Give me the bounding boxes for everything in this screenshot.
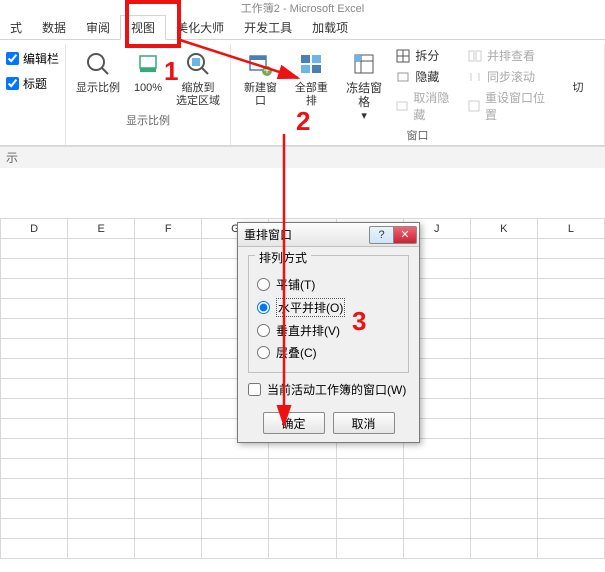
tab-dev[interactable]: 开发工具: [234, 16, 302, 39]
sync-scroll-button[interactable]: 同步滚动: [465, 67, 550, 86]
zoom-label: 显示比例: [76, 82, 120, 95]
formula-bar-label: 编辑栏: [23, 50, 59, 67]
checkbox-formula-bar[interactable]: 编辑栏: [6, 50, 59, 67]
col-header[interactable]: F: [135, 219, 202, 239]
zoom-100-icon: [132, 48, 164, 80]
new-window-icon: +: [244, 48, 276, 80]
arrange-all-button[interactable]: 全部重排: [288, 46, 335, 110]
radio-vertical-label: 垂直并排(V): [276, 322, 340, 339]
switch-windows-icon: [562, 48, 594, 80]
status-bar: 示: [0, 146, 605, 168]
arrange-all-icon: [295, 48, 327, 80]
hide-button[interactable]: 隐藏: [393, 67, 457, 86]
active-workbook-label: 当前活动工作簿的窗口(W): [267, 381, 406, 398]
side-by-side-button[interactable]: 并排查看: [465, 46, 550, 65]
dialog-title-text: 重排窗口: [244, 226, 292, 243]
tab-formula[interactable]: 式: [0, 16, 32, 39]
freeze-panes-icon: [348, 48, 380, 80]
col-header[interactable]: K: [470, 219, 537, 239]
hide-label: 隐藏: [415, 68, 439, 85]
zoom-100-label: 100%: [134, 82, 162, 95]
window-group-label: 窗口: [407, 127, 429, 143]
new-window-button[interactable]: + 新建窗口: [237, 46, 284, 110]
col-header[interactable]: E: [68, 219, 135, 239]
table-row: [1, 499, 605, 519]
zoom-100-button[interactable]: 100%: [128, 46, 168, 97]
freeze-panes-label: 冻结窗格▾: [343, 82, 385, 123]
fieldset-legend: 排列方式: [255, 249, 311, 266]
switch-windows-button[interactable]: 切: [558, 46, 598, 97]
reset-position-label: 重设窗口位置: [485, 89, 548, 123]
unhide-label: 取消隐藏: [413, 89, 455, 123]
svg-text:+: +: [264, 63, 271, 77]
tab-addins[interactable]: 加载项: [302, 16, 358, 39]
unhide-button[interactable]: 取消隐藏: [393, 88, 457, 124]
unhide-icon: [395, 98, 409, 114]
zoom-group-label: 显示比例: [126, 112, 170, 128]
new-window-label: 新建窗口: [241, 82, 280, 108]
table-row: [1, 539, 605, 559]
dialog-titlebar[interactable]: 重排窗口 ? ✕: [238, 223, 419, 247]
radio-cascade-label: 层叠(C): [276, 344, 317, 361]
side-by-side-label: 并排查看: [487, 47, 535, 64]
annotation-number-1: 1: [164, 56, 178, 87]
side-by-side-icon: [467, 48, 483, 64]
freeze-panes-button[interactable]: 冻结窗格▾: [339, 46, 389, 125]
annotation-number-2: 2: [296, 106, 310, 137]
split-label: 拆分: [415, 47, 439, 64]
cancel-button[interactable]: 取消: [333, 412, 395, 434]
col-header[interactable]: D: [1, 219, 68, 239]
dialog-help-button[interactable]: ?: [369, 226, 393, 244]
radio-cascade[interactable]: 层叠(C): [257, 344, 400, 361]
radio-vertical[interactable]: 垂直并排(V): [257, 322, 400, 339]
annotation-number-3: 3: [352, 306, 366, 337]
switch-windows-label: 切: [572, 82, 583, 95]
tab-review[interactable]: 审阅: [76, 16, 120, 39]
radio-horizontal-label: 水平并排(O): [276, 298, 345, 317]
zoom-selection-icon: [182, 48, 214, 80]
ok-button[interactable]: 确定: [263, 412, 325, 434]
split-button[interactable]: 拆分: [393, 46, 457, 65]
split-icon: [395, 48, 411, 64]
table-row: [1, 519, 605, 539]
magnifier-icon: [82, 48, 114, 80]
ribbon-tabs: 式 数据 审阅 视图 美化大师 开发工具 加载项: [0, 18, 605, 40]
radio-tiled[interactable]: 平铺(T): [257, 276, 400, 293]
table-row: [1, 459, 605, 479]
tab-data[interactable]: 数据: [32, 16, 76, 39]
arrange-windows-dialog: 重排窗口 ? ✕ 排列方式 平铺(T) 水平并排(O) 垂直并排(V) 层叠(C…: [237, 222, 420, 443]
sync-scroll-icon: [467, 69, 483, 85]
zoom-selection-label: 缩放到 选定区域: [176, 82, 220, 108]
checkbox-active-workbook[interactable]: 当前活动工作簿的窗口(W): [248, 381, 409, 398]
annotation-box-1: [125, 0, 181, 48]
headings-label: 标题: [23, 75, 47, 92]
radio-tiled-label: 平铺(T): [276, 276, 315, 293]
reset-position-icon: [467, 98, 481, 114]
sync-scroll-label: 同步滚动: [487, 68, 535, 85]
radio-horizontal[interactable]: 水平并排(O): [257, 298, 400, 317]
arrange-all-label: 全部重排: [292, 82, 331, 108]
table-row: [1, 479, 605, 499]
dialog-close-button[interactable]: ✕: [393, 226, 417, 244]
reset-position-button[interactable]: 重设窗口位置: [465, 88, 550, 124]
zoom-button[interactable]: 显示比例: [72, 46, 124, 97]
col-header[interactable]: L: [537, 219, 604, 239]
checkbox-headings[interactable]: 标题: [6, 75, 47, 92]
hide-icon: [395, 69, 411, 85]
zoom-to-selection-button[interactable]: 缩放到 选定区域: [172, 46, 224, 110]
